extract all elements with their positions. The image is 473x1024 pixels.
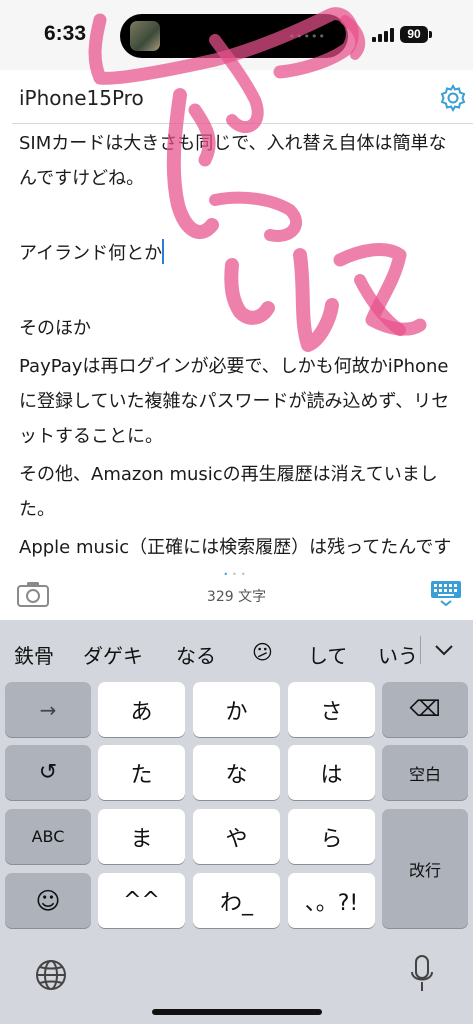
text-cursor bbox=[162, 239, 165, 264]
body-line: PayPayは再ログインが必要で、しかも何故かiPhoneに登録していた複雑なパ… bbox=[19, 356, 450, 447]
keyboard-toggle-icon[interactable] bbox=[430, 580, 462, 606]
page-dot-active: • bbox=[223, 570, 233, 579]
undo-key[interactable]: ↺ bbox=[5, 745, 91, 800]
body-line: その他、Amazon musicの再生履歴は消えていました。 bbox=[19, 464, 438, 520]
document-body[interactable]: SIMカードは大きさも同じで、入れ替え自体は簡単なんですけどね。 アイランド何と… bbox=[19, 126, 459, 566]
kana-key-a[interactable]: あ bbox=[98, 682, 185, 737]
candidate-item[interactable]: いう bbox=[378, 640, 418, 669]
candidate-item[interactable]: して bbox=[308, 640, 347, 669]
candidate-item[interactable]: ダゲキ bbox=[83, 640, 143, 669]
body-line-current: アイランド何とか bbox=[19, 236, 459, 271]
kana-key-na[interactable]: な bbox=[193, 745, 280, 800]
kana-key-ra[interactable]: ら bbox=[288, 809, 375, 864]
chevron-down-icon[interactable] bbox=[432, 638, 456, 662]
dynamic-island[interactable]: ••••• bbox=[120, 14, 348, 58]
cursor-forward-key[interactable]: → bbox=[5, 682, 91, 737]
emoji-key[interactable]: ☺ bbox=[5, 873, 91, 928]
page-dot: • bbox=[232, 570, 241, 579]
battery-icon: 90 bbox=[400, 26, 428, 43]
page-dot: • bbox=[240, 570, 250, 579]
kaomoji-key[interactable]: ^^ bbox=[98, 873, 185, 928]
abc-mode-key[interactable]: ABC bbox=[5, 809, 91, 864]
kana-key-ta[interactable]: た bbox=[98, 745, 185, 800]
punctuation-key[interactable]: 、。?! bbox=[288, 873, 375, 928]
page-indicator: ••• bbox=[0, 570, 473, 579]
now-playing-thumbnail bbox=[130, 21, 160, 51]
kana-key-ma[interactable]: ま bbox=[98, 809, 185, 864]
candidate-divider bbox=[420, 636, 421, 664]
kana-key-ha[interactable]: は bbox=[288, 745, 375, 800]
candidate-item[interactable]: 鉄骨 bbox=[14, 640, 54, 669]
body-line: Apple music（正確には検索履歴）は残ってたんですけどね。 bbox=[19, 537, 452, 558]
document-title[interactable]: iPhone15Pro bbox=[19, 86, 144, 110]
kana-key-ka[interactable]: か bbox=[193, 682, 280, 737]
battery-tip bbox=[429, 31, 432, 38]
body-line: SIMカードは大きさも同じで、入れ替え自体は簡単なんですけどね。 bbox=[19, 133, 447, 189]
home-indicator[interactable] bbox=[152, 1009, 322, 1015]
candidate-item[interactable]: なる bbox=[176, 640, 216, 669]
gear-icon[interactable] bbox=[438, 83, 468, 113]
candidate-item[interactable]: 😕 bbox=[252, 640, 273, 664]
header-divider bbox=[12, 123, 473, 124]
kana-key-wa[interactable]: わ_ bbox=[193, 873, 280, 928]
microphone-icon[interactable] bbox=[410, 954, 434, 994]
kana-key-sa[interactable]: さ bbox=[288, 682, 375, 737]
space-key[interactable]: 空白 bbox=[382, 745, 468, 800]
globe-icon[interactable] bbox=[34, 958, 68, 992]
cellular-signal-icon bbox=[372, 28, 394, 42]
character-count: 329 文字 bbox=[206, 589, 267, 605]
return-key[interactable]: 改行 bbox=[382, 809, 468, 928]
kana-key-ya[interactable]: や bbox=[193, 809, 280, 864]
editor-header: iPhone15Pro bbox=[0, 70, 473, 124]
island-activity-indicator: ••••• bbox=[288, 30, 326, 43]
body-line: そのほか bbox=[19, 318, 91, 339]
status-time: 6:33 bbox=[44, 22, 87, 45]
body-line: アイランド何とか bbox=[19, 243, 163, 264]
delete-key[interactable]: ⌫ bbox=[382, 682, 468, 737]
